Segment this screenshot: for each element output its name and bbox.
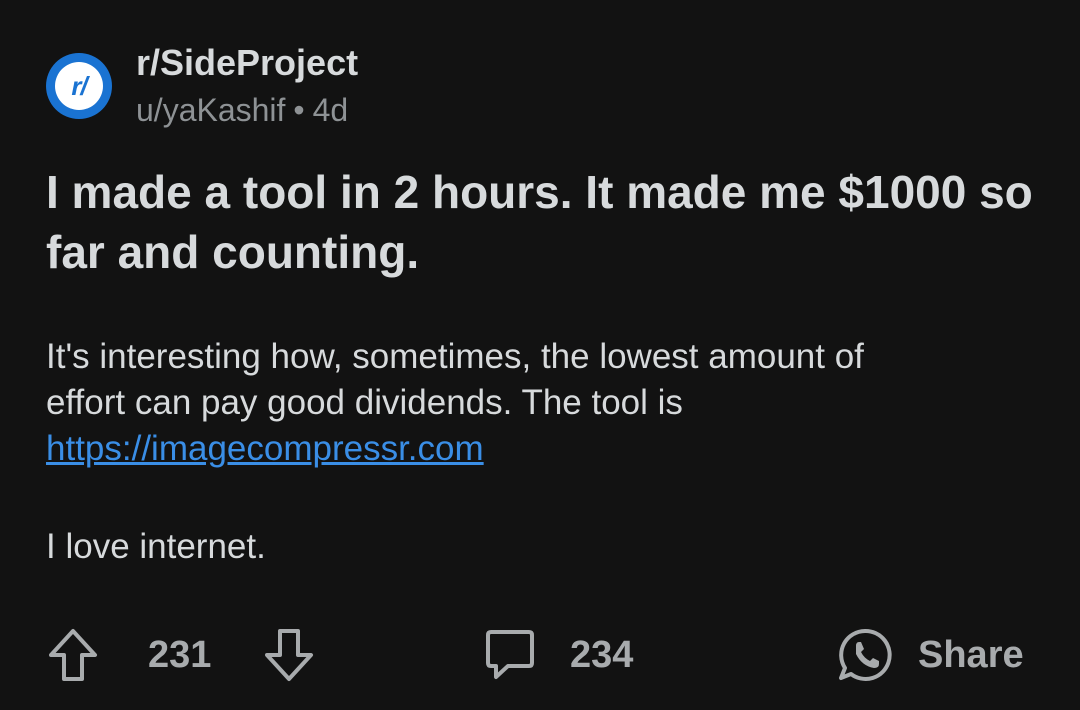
post-body-paragraph: It's interesting how, sometimes, the low… xyxy=(46,334,946,472)
share-button[interactable]: Share xyxy=(836,620,1024,690)
post-body-text: It's interesting how, sometimes, the low… xyxy=(46,337,864,422)
post-age: 4d xyxy=(312,92,349,128)
post-body: It's interesting how, sometimes, the low… xyxy=(46,334,946,570)
post-meta: r/SideProject u/yaKashif • 4d xyxy=(136,42,358,130)
share-label: Share xyxy=(918,633,1024,676)
post-link[interactable]: https://imagecompressr.com xyxy=(46,429,484,468)
byline-separator: • xyxy=(293,92,305,128)
subreddit-name[interactable]: r/SideProject xyxy=(136,42,358,84)
whatsapp-icon xyxy=(836,626,894,684)
downvote-button[interactable] xyxy=(262,620,316,690)
vote-count: 231 xyxy=(148,620,211,690)
username[interactable]: u/yaKashif xyxy=(136,92,285,128)
subreddit-avatar-glyph: r/ xyxy=(55,62,103,110)
vote-count-value: 231 xyxy=(148,633,212,676)
post-title[interactable]: I made a tool in 2 hours. It made me $10… xyxy=(46,162,1046,282)
arrow-down-icon xyxy=(262,626,316,684)
post-byline: u/yaKashif • 4d xyxy=(136,90,358,130)
subreddit-avatar[interactable]: r/ xyxy=(46,53,112,119)
upvote-button[interactable] xyxy=(46,620,100,690)
post-body-closing: I love internet. xyxy=(46,527,266,566)
comments-button[interactable]: 234 xyxy=(482,620,633,690)
arrow-up-icon xyxy=(46,626,100,684)
post-header: r/ r/SideProject u/yaKashif • 4d xyxy=(46,42,358,130)
post-actions: 231 234 Share xyxy=(0,620,1080,690)
comment-bubble-icon xyxy=(482,627,538,683)
comment-count: 234 xyxy=(570,633,634,676)
